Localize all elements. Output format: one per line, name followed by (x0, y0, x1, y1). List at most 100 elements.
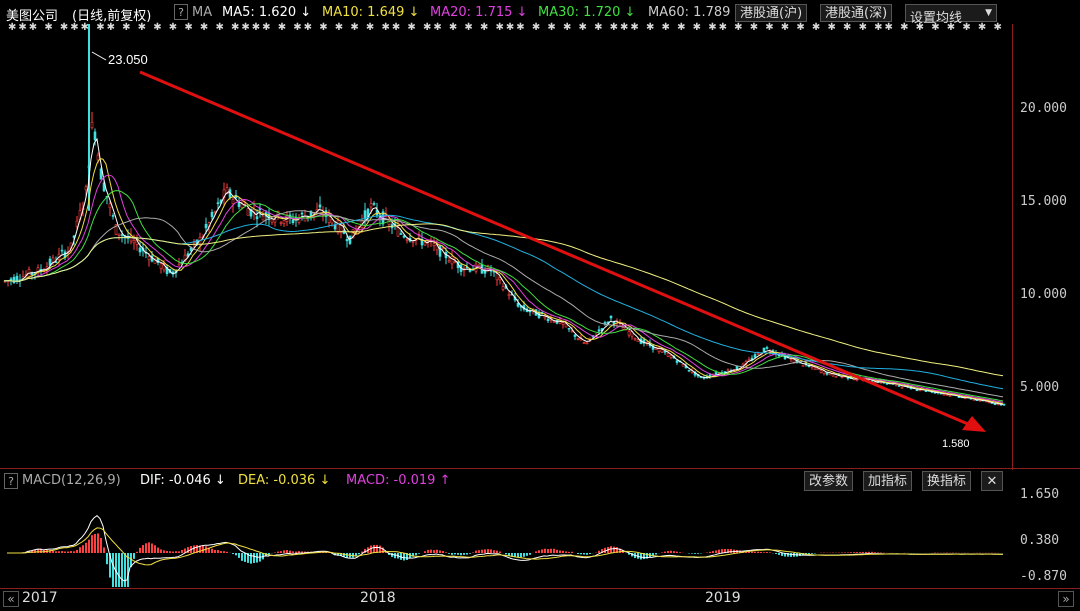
macd-bar (577, 553, 579, 554)
candle-body (148, 256, 150, 259)
macd-bar (811, 553, 813, 554)
macd-bar (163, 550, 165, 553)
ma60-readout: MA60: 1.789 (648, 5, 730, 20)
scroll-left-button[interactable]: « (3, 591, 19, 607)
candle-body (898, 385, 900, 386)
macd-bar (640, 553, 642, 559)
price-tick-15: 15.000 (1020, 194, 1067, 209)
macd-bar (52, 551, 54, 553)
macd-bar (538, 550, 540, 553)
switch-indicator-button[interactable]: 换指标 (922, 471, 971, 491)
macd-bar (154, 545, 156, 553)
macd-bar (202, 545, 204, 553)
macd-bar (142, 545, 144, 553)
macd-bar (217, 550, 219, 553)
candle-body (676, 361, 678, 363)
macd-bar (88, 540, 90, 553)
macd-bar (424, 551, 426, 553)
macd-bar (763, 552, 765, 553)
candle-body (916, 390, 918, 391)
hk-connect-sh-button[interactable]: 港股通(沪) (735, 4, 807, 22)
candle-body (112, 215, 114, 216)
macd-bar (373, 545, 375, 553)
macd-bar (250, 553, 252, 564)
candle-body (133, 240, 135, 242)
macd-bar (862, 552, 864, 553)
ma5-readout: MA5: 1.620 ↓ (222, 5, 311, 20)
candle-body (568, 328, 570, 329)
candle-body (556, 320, 558, 323)
macd-bar (112, 553, 114, 587)
macd-bar (529, 553, 531, 555)
candle-body (688, 370, 690, 371)
candle-body (13, 277, 15, 282)
candle-body (577, 338, 579, 339)
macd-bar (754, 552, 756, 553)
candle-body (412, 242, 414, 243)
macd-bar (166, 551, 168, 553)
macd-bar (106, 553, 108, 564)
candle-body (994, 404, 996, 405)
macd-bar (220, 551, 222, 553)
macd-bar (499, 552, 501, 553)
macd-bar (148, 542, 150, 553)
price-chart[interactable]: 23.050 1.580 (0, 24, 1012, 468)
scroll-right-button[interactable]: » (1058, 591, 1074, 607)
macd-bar (484, 549, 486, 553)
macd-bar (481, 550, 483, 553)
candle-body (238, 202, 240, 206)
macd-bar (457, 553, 459, 555)
help-button[interactable]: ? (174, 4, 188, 20)
macd-bar (583, 553, 585, 554)
add-indicator-button[interactable]: 加指标 (863, 471, 912, 491)
peak-pointer (92, 52, 106, 60)
change-params-button[interactable]: 改参数 (804, 471, 853, 491)
candle-body (61, 250, 63, 251)
close-icon[interactable]: ✕ (981, 471, 1003, 491)
macd-bar (523, 553, 525, 557)
candle-body (574, 335, 576, 337)
macd-bar (610, 546, 612, 553)
macd-bar (139, 548, 141, 553)
macd-bar (70, 551, 72, 553)
macd-bar (283, 550, 285, 553)
macd-bar (493, 550, 495, 553)
macd-bar (541, 549, 543, 553)
candle-body (52, 258, 54, 262)
macd-help-button[interactable]: ? (4, 473, 18, 489)
macd-bar (85, 543, 87, 553)
macd-bar (445, 552, 447, 553)
macd-bar (598, 551, 600, 553)
macd-bar (709, 552, 711, 553)
macd-histogram (19, 533, 1005, 587)
macd-bar (517, 553, 519, 557)
candle-body (682, 364, 684, 366)
dif-line (7, 516, 1003, 581)
candle-body (670, 355, 672, 357)
macd-bar (181, 550, 183, 553)
macd-bar (433, 550, 435, 553)
candle-body (598, 330, 600, 332)
candle-body (76, 221, 78, 226)
hk-connect-sz-button[interactable]: 港股通(深) (820, 4, 892, 22)
candle-body (754, 355, 756, 358)
candle-body (919, 390, 921, 391)
macd-bar (145, 543, 147, 553)
macd-bar (664, 552, 666, 553)
candle-body (622, 328, 624, 330)
macd-bar (118, 553, 120, 587)
macd-bar (877, 552, 879, 553)
candle-body (349, 236, 351, 244)
macd-bar (562, 551, 564, 553)
macd-bar (478, 550, 480, 553)
macd-bar (418, 553, 420, 554)
candle-body (403, 236, 405, 237)
candle-body (205, 224, 207, 228)
set-ma-dropdown[interactable]: 设置均线 ▼ (905, 4, 997, 22)
candle-body (586, 343, 588, 344)
macd-chart[interactable] (0, 491, 1012, 587)
macd-bar (556, 550, 558, 553)
candle-body (91, 122, 93, 127)
macd-bar (553, 549, 555, 553)
macd-bar (157, 548, 159, 553)
